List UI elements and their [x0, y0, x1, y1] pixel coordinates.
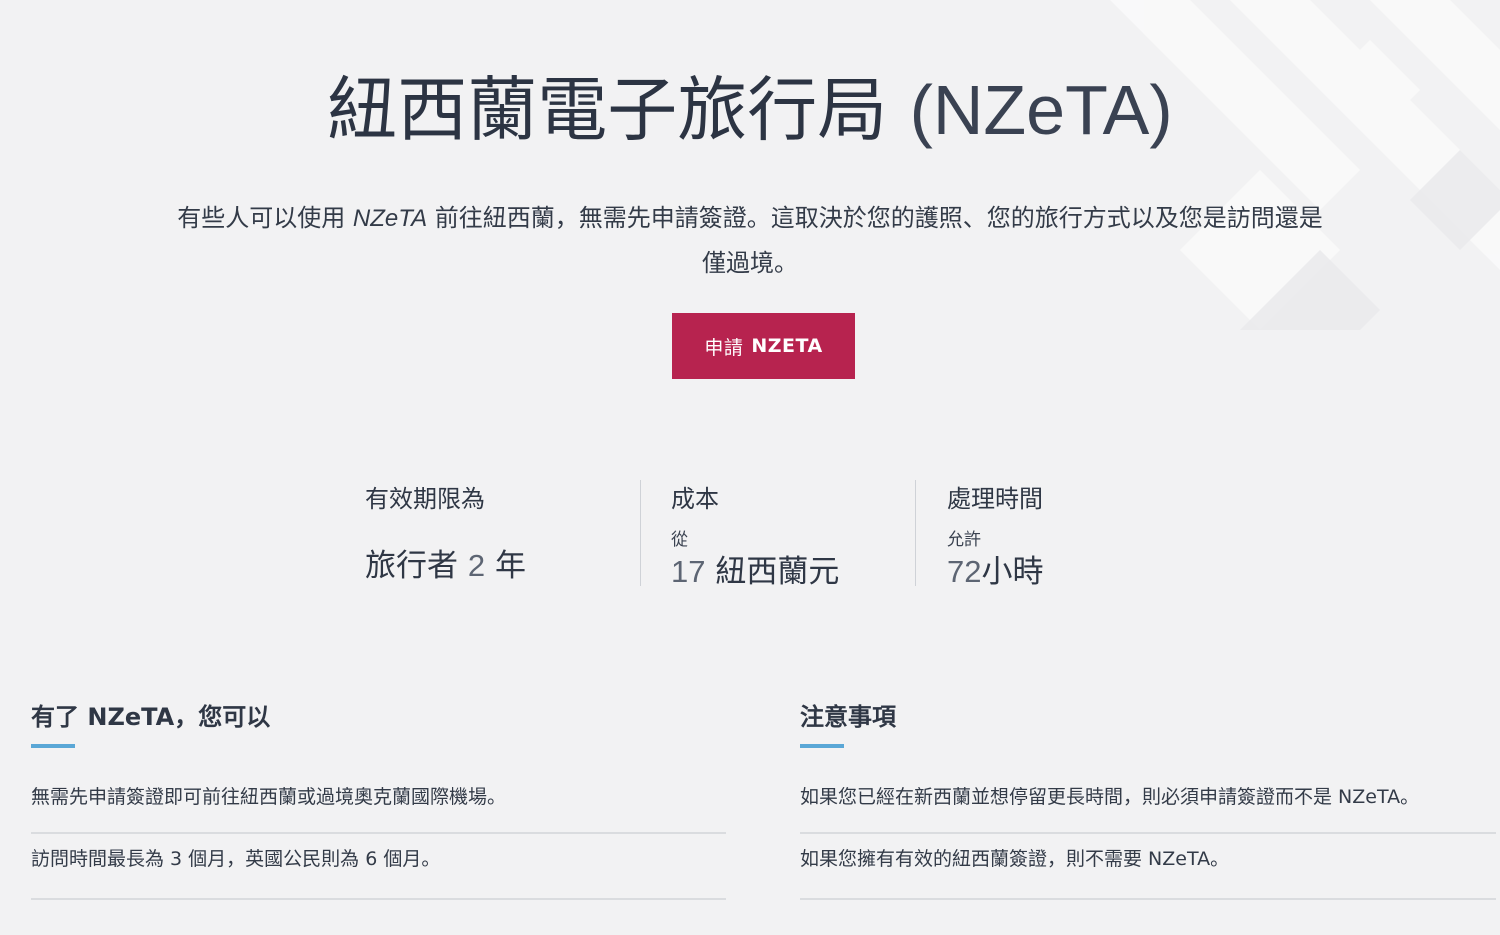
fact-processing: 處理時間 允許 72小時 — [915, 480, 1215, 590]
title-cjk: 紐西蘭電子旅行局 — [327, 69, 888, 151]
intro-text-part: 前往紐西蘭，無需先申請簽證。這取決於您的護照、您的旅行方式以及您是訪問還是僅過境… — [427, 204, 1323, 277]
notes-heading: 注意事項 — [800, 703, 896, 731]
fact-cost-qualifier: 從 — [671, 530, 688, 550]
with-nzeta-heading-bold: NZeTA — [87, 703, 175, 731]
fact-validity-value: 旅行者 2 年 — [365, 546, 635, 586]
page-title: 紐西蘭電子旅行局 (NZeTA) — [0, 62, 1500, 158]
apply-button-label: NZETA — [751, 335, 823, 357]
fact-processing-label: 處理時間 — [947, 485, 1043, 513]
fact-validity: 有效期限為 旅行者 2 年 — [365, 480, 635, 586]
fact-validity-number: 2 — [467, 548, 486, 583]
intro-text: 有些人可以使用 NZeTA 前往紐西蘭，無需先申請簽證。這取決於您的護照、您的旅… — [170, 196, 1330, 285]
with-nzeta-list: 無需先申請簽證即可前往紐西蘭或過境奧克蘭國際機場。 訪問時間最長為 3 個月，英… — [31, 768, 726, 900]
fact-processing-qualifier: 允許 — [947, 530, 981, 550]
fact-validity-unit: 年 — [494, 548, 526, 584]
apply-nzeta-button[interactable]: 申請 NZETA — [672, 313, 855, 379]
list-item: 無需先申請簽證即可前往紐西蘭或過境奧克蘭國際機場。 — [31, 768, 726, 834]
list-item: 如果您已經在新西蘭並想停留更長時間，則必須申請簽證而不是 NZeTA。 — [800, 768, 1496, 834]
title-abbreviation: (NZeTA) — [909, 71, 1173, 149]
fact-cost-label: 成本 — [671, 485, 719, 513]
with-nzeta-heading: 有了 NZeTA，您可以 — [31, 700, 726, 734]
fact-processing-number: 72 — [947, 554, 982, 589]
heading-accent-bar — [31, 744, 75, 748]
fact-processing-value: 72小時 — [947, 552, 1215, 592]
list-item: 訪問時間最長為 3 個月，英國公民則為 6 個月。 — [31, 834, 726, 900]
fact-validity-prefix: 旅行者 — [365, 548, 458, 584]
with-nzeta-heading-part: ，您可以 — [174, 703, 271, 731]
fact-cost-number: 17 — [671, 554, 706, 589]
list-item: 如果您擁有有效的紐西蘭簽證，則不需要 NZeTA。 — [800, 834, 1496, 900]
fact-processing-unit: 小時 — [981, 554, 1044, 590]
apply-button-prefix: 申請 — [704, 336, 744, 359]
notes-list: 如果您已經在新西蘭並想停留更長時間，則必須申請簽證而不是 NZeTA。 如果您擁… — [800, 768, 1496, 900]
with-nzeta-heading-part: 有了 — [31, 703, 88, 731]
heading-accent-bar — [800, 744, 844, 748]
fact-cost-value: 17 紐西蘭元 — [671, 552, 910, 592]
intro-text-part: 有些人可以使用 — [177, 204, 353, 232]
intro-text-nzeta: NZeTA — [352, 205, 428, 232]
background-diamond-pattern — [1110, 0, 1500, 330]
fact-validity-label: 有效期限為 — [365, 485, 485, 513]
fact-cost: 成本 從 17 紐西蘭元 — [640, 480, 910, 590]
notes-section: 注意事項 如果您已經在新西蘭並想停留更長時間，則必須申請簽證而不是 NZeTA。… — [800, 700, 1496, 900]
with-nzeta-section: 有了 NZeTA，您可以 無需先申請簽證即可前往紐西蘭或過境奧克蘭國際機場。 訪… — [31, 700, 726, 900]
fact-cost-unit: 紐西蘭元 — [715, 554, 840, 590]
key-facts: 有效期限為 旅行者 2 年 成本 從 17 紐西蘭元 處理時間 允許 72小時 — [0, 480, 1500, 590]
